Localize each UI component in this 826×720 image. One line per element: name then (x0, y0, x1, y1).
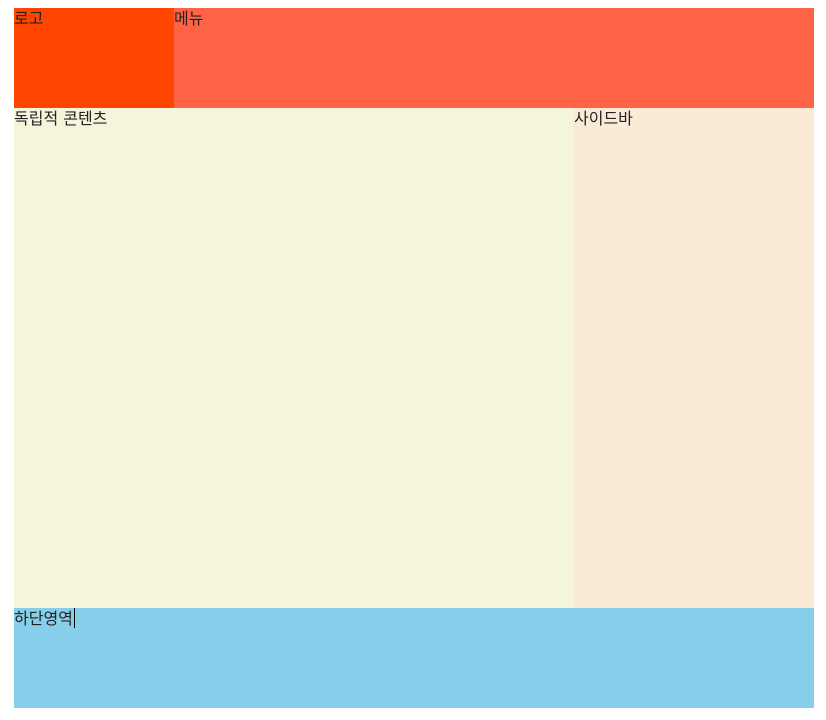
page-layout: 로고 메뉴 독립적 콘텐츠 사이드바 하단영역 (14, 8, 814, 708)
sidebar-area: 사이드바 (574, 108, 814, 608)
content-label: 독립적 콘텐츠 (14, 109, 108, 128)
logo-label: 로고 (14, 9, 44, 28)
text-cursor-icon (73, 608, 75, 628)
menu-label: 메뉴 (174, 9, 204, 28)
content-area: 독립적 콘텐츠 (14, 108, 574, 608)
sidebar-label: 사이드바 (574, 109, 633, 128)
footer-area: 하단영역 (14, 608, 814, 708)
header: 로고 메뉴 (14, 8, 814, 108)
logo-area: 로고 (14, 8, 174, 108)
main-area: 독립적 콘텐츠 사이드바 (14, 108, 814, 608)
footer-label: 하단영역 (14, 609, 73, 628)
footer-line: 하단영역 (14, 608, 814, 629)
menu-area: 메뉴 (174, 8, 814, 108)
